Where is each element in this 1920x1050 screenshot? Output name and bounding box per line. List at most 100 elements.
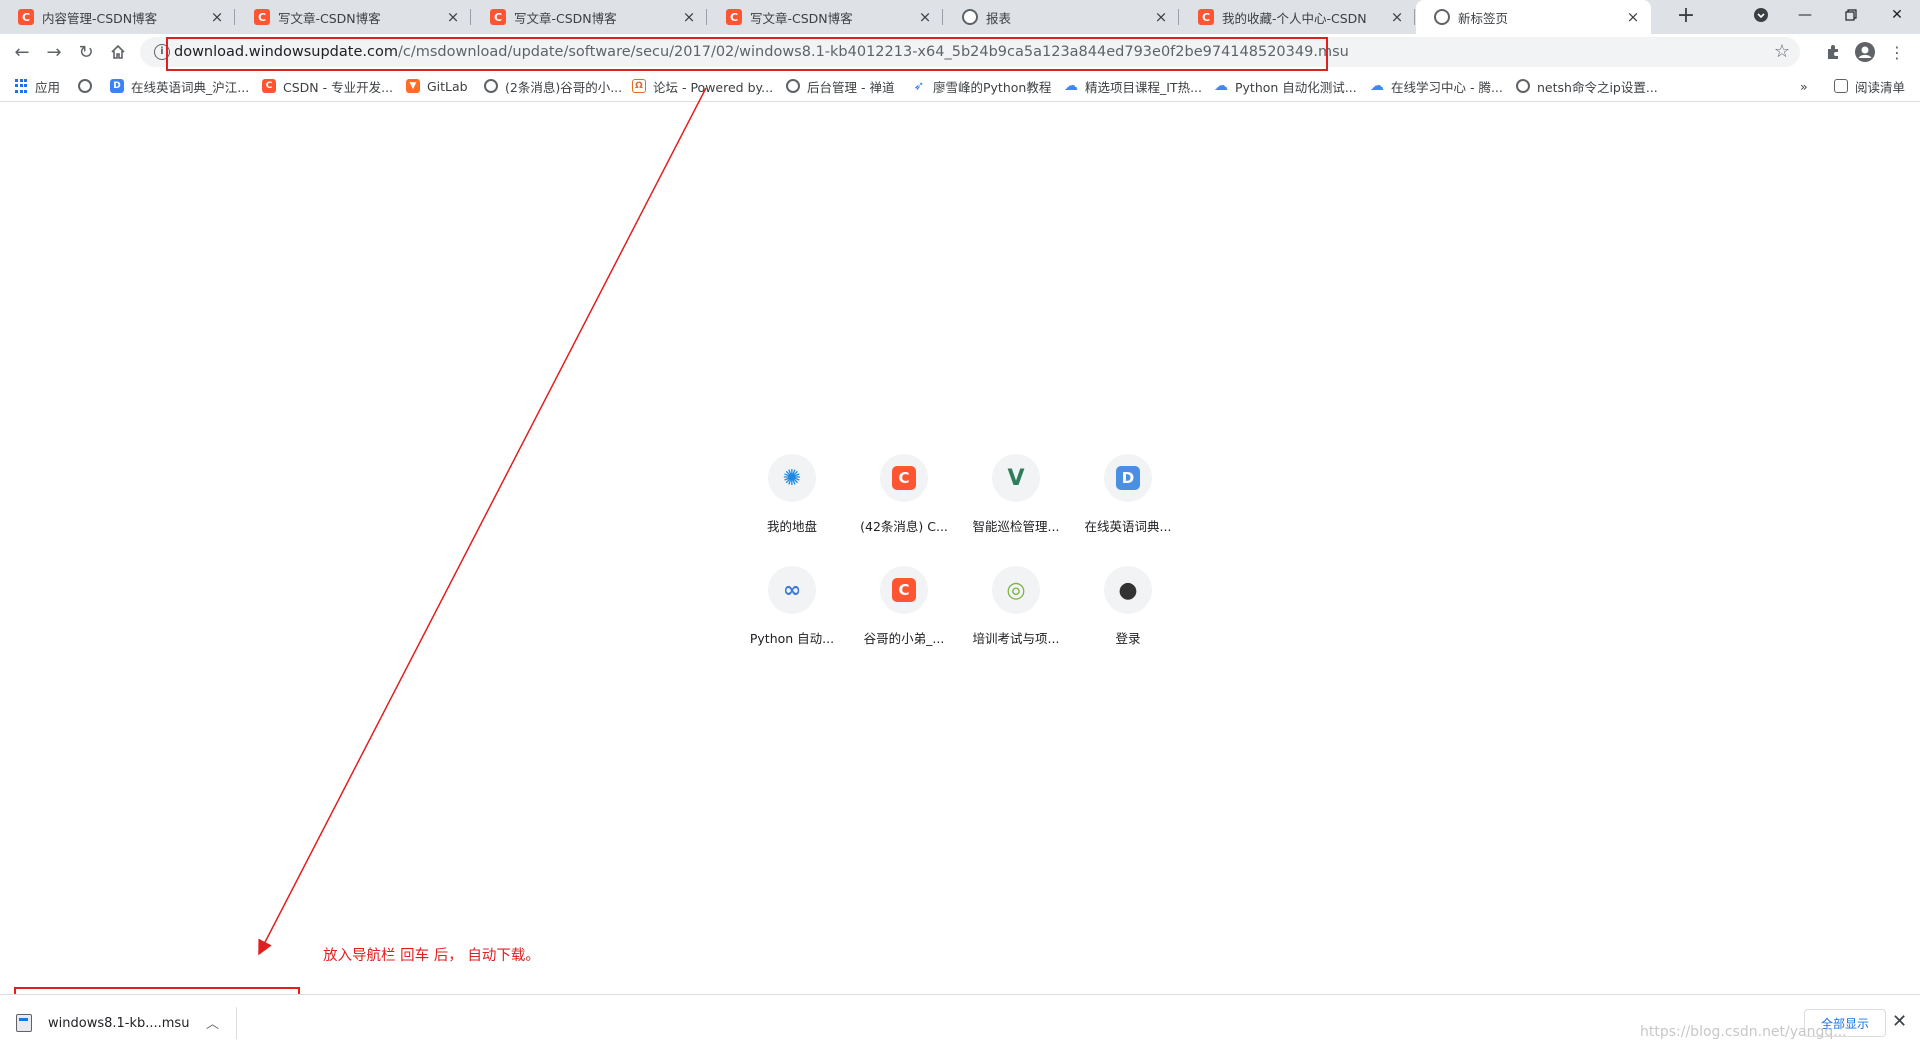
tab-3[interactable]: C 写文章-CSDN博客 ×	[708, 0, 943, 34]
new-tab-button[interactable]: +	[1672, 4, 1700, 30]
dict-icon: D	[1104, 454, 1152, 502]
tab-close-icon[interactable]: ×	[917, 9, 933, 25]
menu-kebab-icon[interactable]: ⋮	[1884, 39, 1910, 65]
csdn-icon: C	[880, 566, 928, 614]
tab-close-icon[interactable]: ×	[209, 9, 225, 25]
rocket-icon: ➶	[912, 78, 926, 94]
globe-icon	[78, 79, 92, 93]
forum-icon: Ω	[632, 79, 646, 93]
vue-icon: V	[992, 454, 1040, 502]
tab-separator	[1178, 9, 1179, 25]
reload-icon[interactable]: ↻	[72, 38, 100, 66]
shortcut-label: 在线英语词典...	[1084, 519, 1172, 534]
close-shelf-icon[interactable]: ✕	[1892, 1011, 1907, 1032]
bookmark-item[interactable]: ☁ Python 自动化测试...	[1214, 77, 1357, 95]
shortcut-label: 登录	[1115, 631, 1141, 646]
shortcut-tile[interactable]: ∞ Python 自动...	[736, 550, 848, 658]
bookmark-label: 后台管理 - 禅道	[807, 79, 895, 95]
bookmark-item[interactable]: 应用	[14, 77, 60, 95]
bookmark-label: 廖雪峰的Python教程	[933, 79, 1052, 95]
csdn-icon: C	[262, 79, 276, 93]
forward-icon[interactable]: →	[40, 38, 68, 66]
bookmark-item[interactable]: (2条消息)谷哥的小...	[484, 77, 622, 95]
shortcut-glyph: V	[1007, 465, 1025, 491]
tab-close-icon[interactable]: ×	[1389, 9, 1405, 25]
tab-separator	[942, 9, 943, 25]
shortcut-tile[interactable]: V 智能巡检管理...	[960, 438, 1072, 546]
bookmark-item[interactable]: ▼ GitLab	[406, 77, 468, 95]
tab-separator	[234, 9, 235, 25]
bookmark-item[interactable]: D 在线英语词典_沪江...	[110, 77, 249, 95]
profile-avatar-icon[interactable]	[1852, 39, 1878, 65]
shortcut-label: (42条消息) C...	[860, 519, 948, 534]
tab-separator	[1414, 9, 1415, 25]
bookmark-star-icon[interactable]: ☆	[1774, 41, 1790, 62]
bookmark-item[interactable]	[78, 77, 99, 95]
cloud-icon: ☁	[1214, 78, 1228, 94]
csdn-icon: C	[1198, 9, 1214, 25]
back-icon[interactable]: ←	[8, 38, 36, 66]
bookmark-label: CSDN - 专业开发...	[283, 79, 394, 95]
tab-title: 写文章-CSDN博客	[278, 10, 381, 26]
bookmarks-overflow-icon[interactable]: »	[1800, 77, 1808, 95]
csdn-icon: C	[18, 9, 34, 25]
extensions-icon[interactable]	[1820, 39, 1846, 65]
tab-4[interactable]: 报表 ×	[944, 0, 1179, 34]
tab-title: 我的收藏-个人中心-CSDN	[1222, 10, 1367, 26]
reading-list-label: 阅读清单	[1855, 79, 1906, 95]
shortcut-tile[interactable]: C (42条消息) C...	[848, 438, 960, 546]
annotation-text: 放入导航栏 回车 后， 自动下载。	[323, 948, 540, 964]
bookmark-item[interactable]: 后台管理 - 禅道	[786, 77, 894, 95]
shortcut-glyph: ∞	[782, 577, 802, 603]
tab-5[interactable]: C 我的收藏-个人中心-CSDN ×	[1180, 0, 1415, 34]
csdn-icon: C	[490, 9, 506, 25]
shortcut-tile[interactable]: D 在线英语词典...	[1072, 438, 1184, 546]
tab-search-icon[interactable]	[1738, 0, 1784, 30]
tab-1[interactable]: C 写文章-CSDN博客 ×	[236, 0, 471, 34]
bookmark-label: (2条消息)谷哥的小...	[505, 79, 623, 95]
cloud-icon: ☁	[1370, 78, 1384, 94]
close-window-button[interactable]: ✕	[1874, 0, 1920, 30]
shortcut-tile[interactable]: C 谷哥的小弟_...	[848, 550, 960, 658]
minimize-button[interactable]: —	[1782, 0, 1828, 30]
bookmark-item[interactable]: ☁ 精选项目课程_IT热...	[1064, 77, 1202, 95]
restore-button[interactable]	[1828, 0, 1874, 30]
bookmark-label: Python 自动化测试...	[1235, 79, 1357, 95]
reading-list-button[interactable]: 阅读清单	[1834, 77, 1905, 95]
tab-2[interactable]: C 写文章-CSDN博客 ×	[472, 0, 707, 34]
shortcut-label: 谷哥的小弟_...	[863, 631, 945, 646]
shortcut-tile[interactable]: ✺ 我的地盘	[736, 438, 848, 546]
home-icon[interactable]	[104, 38, 132, 66]
bookmark-label: netsh命令之ip设置...	[1537, 79, 1658, 95]
bookmark-item[interactable]: C CSDN - 专业开发...	[262, 77, 393, 95]
logo-icon: ◎	[992, 566, 1040, 614]
shortcut-tile[interactable]: ● 登录	[1072, 550, 1184, 658]
tab-close-icon[interactable]: ×	[681, 9, 697, 25]
shortcut-tile[interactable]: ◎ 培训考试与项...	[960, 550, 1072, 658]
bookmark-item[interactable]: ➶ 廖雪峰的Python教程	[912, 77, 1051, 95]
tab-strip: C 内容管理-CSDN博客 × C 写文章-CSDN博客 × C 写文章-CSDN博客 × C 写文…	[0, 0, 1920, 34]
download-divider	[236, 1007, 237, 1039]
shortcut-label: 培训考试与项...	[972, 631, 1060, 646]
bookmark-item[interactable]: Ω 论坛 - Powered by...	[632, 77, 773, 95]
download-shelf: windows8.1-kb....msu ︿ 全部显示 ✕	[0, 994, 1920, 1050]
cloud-icon: ☁	[1064, 78, 1078, 94]
tab-0[interactable]: C 内容管理-CSDN博客 ×	[0, 0, 235, 34]
csdn-icon: C	[880, 454, 928, 502]
watermark: https://blog.csdn.net/yangq...	[1640, 1024, 1847, 1040]
dict-icon: D	[110, 79, 124, 93]
chevron-up-icon[interactable]: ︿	[206, 1013, 219, 1032]
shortcut-glyph: C	[892, 466, 916, 490]
reading-list-icon	[1834, 79, 1848, 93]
shortcut-glyph: D	[1116, 466, 1140, 490]
bookmarks-bar: 应用 D 在线英语词典_沪江... C CSDN - 专业开发... ▼ GitLab (2条…	[0, 70, 1920, 102]
tab-close-icon[interactable]: ×	[1153, 9, 1169, 25]
bookmark-item[interactable]: netsh命令之ip设置...	[1516, 77, 1658, 95]
tab-close-icon[interactable]: ×	[1625, 9, 1641, 25]
tab-6[interactable]: 新标签页 ×	[1416, 0, 1651, 34]
bookmark-item[interactable]: ☁ 在线学习中心 - 腾...	[1370, 77, 1503, 95]
download-item[interactable]: windows8.1-kb....msu ︿	[16, 1005, 228, 1041]
globe-icon	[1434, 9, 1450, 25]
shortcut-glyph: ●	[1118, 577, 1138, 603]
tab-close-icon[interactable]: ×	[445, 9, 461, 25]
